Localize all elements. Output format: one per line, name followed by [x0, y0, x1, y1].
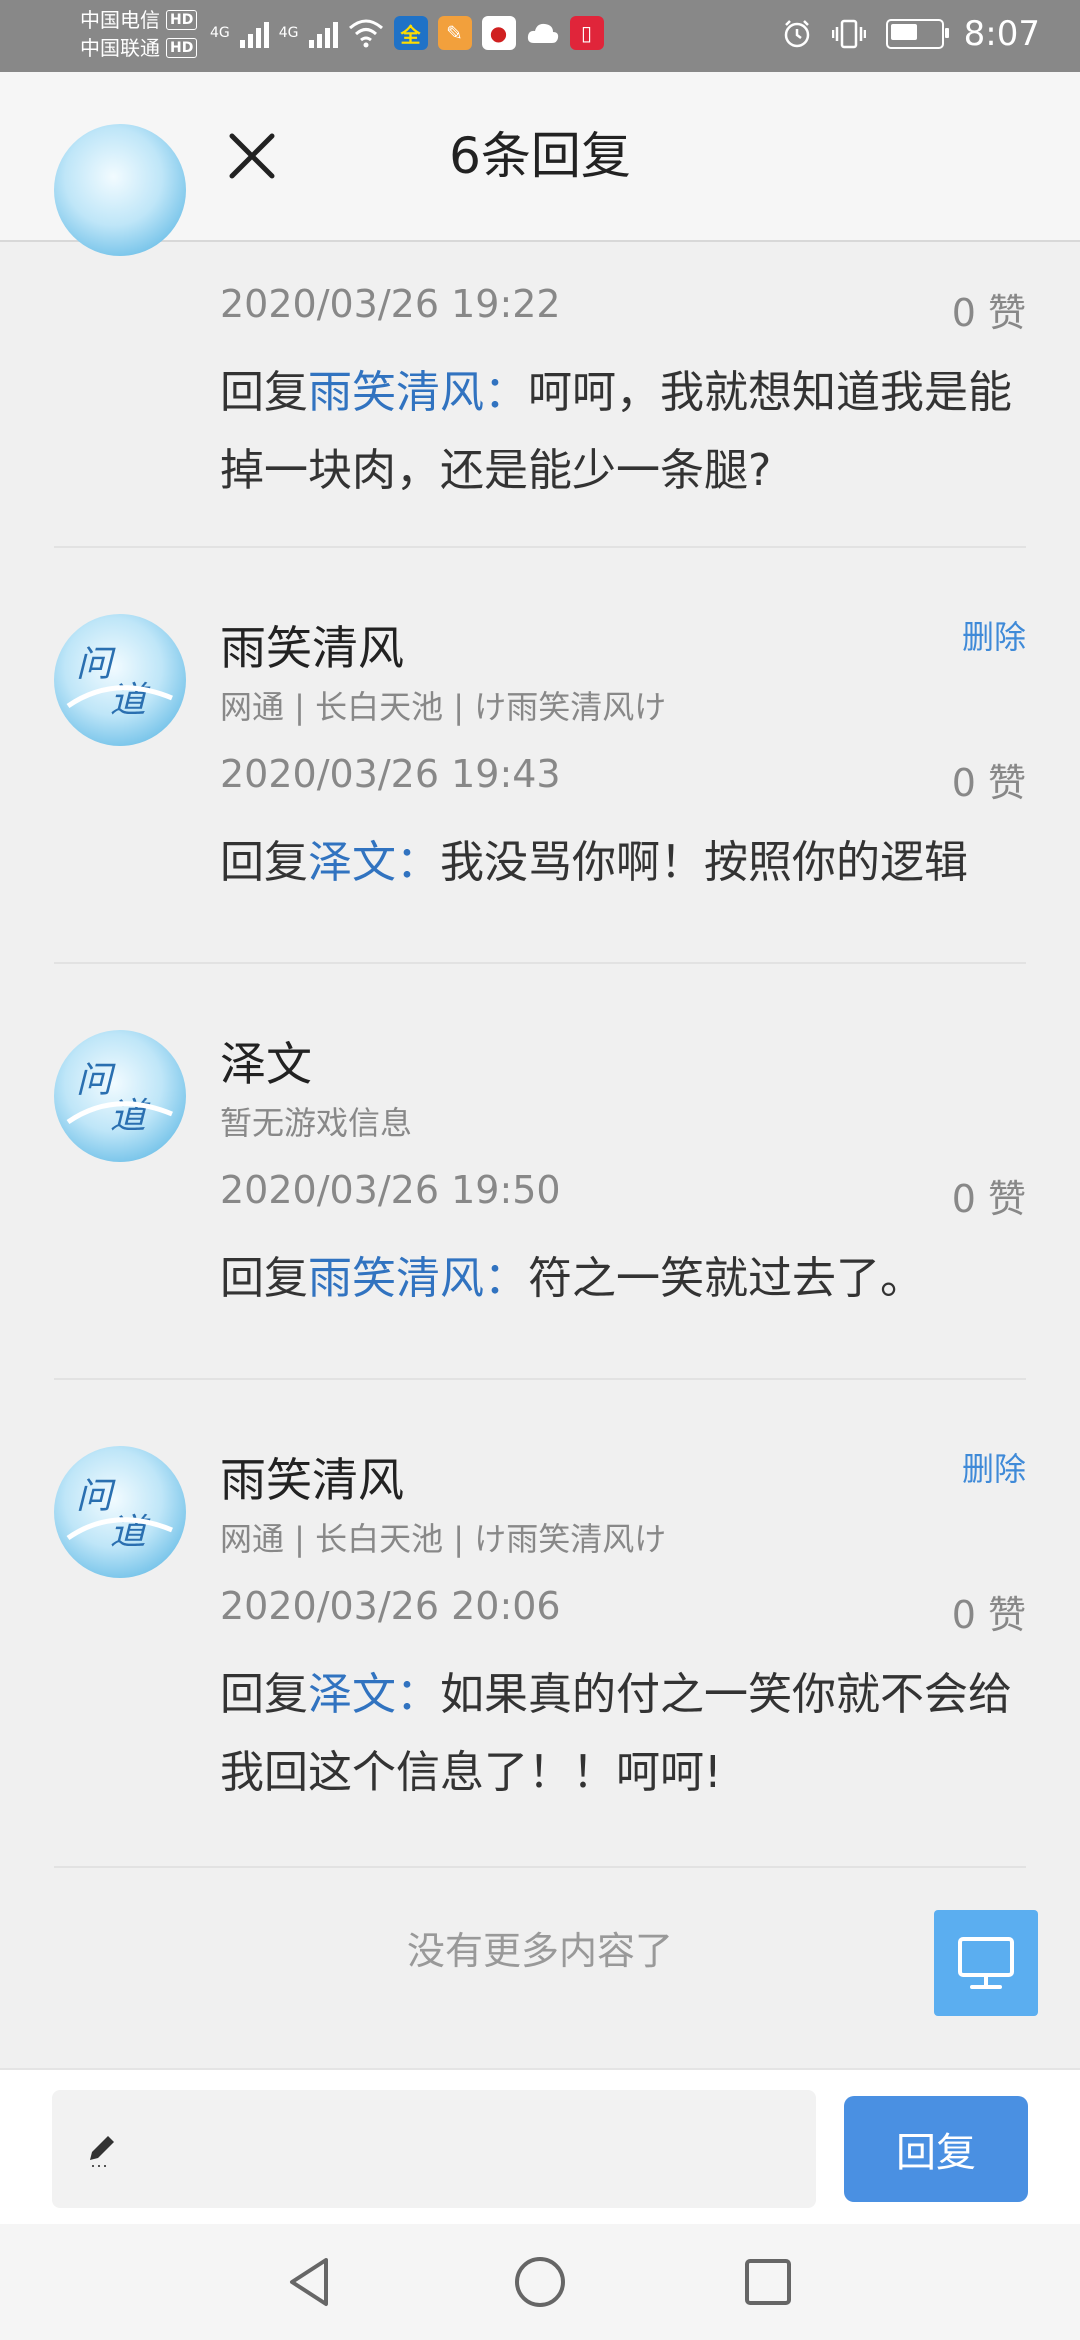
delete-button[interactable]: 删除 [962, 1444, 1026, 1490]
hd-badge: HD [166, 38, 198, 58]
like-button[interactable]: 0 赞 [952, 1584, 1026, 1639]
avatar[interactable]: 问道 [54, 1446, 186, 1578]
avatar[interactable] [54, 124, 186, 256]
reply-input[interactable] [52, 2090, 816, 2208]
like-button[interactable]: 0 赞 [952, 1168, 1026, 1223]
carrier-2: 中国联通 [80, 36, 160, 60]
battery-icon [885, 19, 949, 49]
avatar-logo-icon: 问道 [66, 644, 173, 721]
reply-body: 我没骂你啊！按照你的逻辑 [440, 837, 968, 888]
reply-body: 符之一笑就过去了。 [528, 1253, 924, 1304]
divider [54, 1866, 1026, 1868]
network-type: 4G [278, 25, 299, 41]
username[interactable]: 雨笑清风 [220, 1444, 404, 1510]
circle-home-icon [515, 2257, 565, 2307]
signal-icon [239, 18, 269, 48]
system-nav-bar [0, 2224, 1080, 2340]
signal-icon [308, 18, 338, 48]
game-info: 暂无游戏信息 [220, 1104, 413, 1142]
app-notification-icon: ● [481, 16, 516, 50]
app-notification-icon: ▯ [569, 16, 604, 50]
nav-back-button[interactable] [280, 2252, 340, 2312]
svg-text:问: 问 [76, 1060, 116, 1101]
reply-time: 2020/03/26 19:22 [220, 282, 561, 326]
reply-prefix: 回复 [220, 837, 308, 888]
network-type: 4G [210, 25, 230, 41]
reply-content: 回复雨笑清风：符之一笑就过去了。 [220, 1240, 1020, 1318]
vibrate-icon [831, 19, 866, 49]
square-recents-icon [745, 2259, 791, 2305]
reply-target-user[interactable]: 雨笑清风： [308, 1253, 528, 1304]
wifi-icon [348, 19, 383, 48]
monitor-icon [958, 1937, 1014, 1989]
reply-target-user[interactable]: 泽文： [308, 1669, 440, 1720]
divider [54, 546, 1026, 548]
reply-time: 2020/03/26 19:43 [220, 752, 561, 796]
nav-recents-button[interactable] [738, 2252, 798, 2312]
username[interactable]: 雨笑清风 [220, 612, 404, 678]
avatar-logo-icon: 问道 [66, 1060, 173, 1137]
alarm-icon [784, 20, 809, 48]
pencil-icon [90, 2136, 114, 2167]
app-notification-icon: 全 [393, 16, 428, 50]
reply-time: 2020/03/26 19:50 [220, 1168, 561, 1212]
reply-input-bar: 回复 [0, 2068, 1080, 2226]
reply-prefix: 回复 [220, 1669, 308, 1720]
reply-content: 回复泽文：如果真的付之一笑你就不会给我回这个信息了！！呵呵! [220, 1656, 1020, 1812]
nav-home-button[interactable] [510, 2252, 570, 2312]
desktop-view-button[interactable] [934, 1910, 1038, 2016]
reply-content: 回复泽文：我没骂你啊！按照你的逻辑 [220, 824, 1020, 902]
delete-button[interactable]: 删除 [962, 612, 1026, 658]
divider [54, 1378, 1026, 1380]
reply-time: 2020/03/26 20:06 [220, 1584, 561, 1628]
divider [54, 962, 1026, 964]
game-info: 网通 | 长白天池 | け雨笑清风け [220, 1520, 667, 1558]
avatar-logo-icon: 问道 [66, 1476, 173, 1553]
app-notification-icon: ✎ [437, 16, 472, 50]
status-bar: 中国电信 HD 中国联通 HD 4G 4G 全 ✎ ● ▯ 8:07 [0, 0, 1080, 72]
clock: 8:07 [963, 14, 1040, 54]
triangle-back-icon [290, 2258, 328, 2306]
avatar[interactable]: 问道 [54, 1030, 186, 1162]
username[interactable]: 泽文 [220, 1028, 312, 1094]
reply-submit-button[interactable]: 回复 [844, 2096, 1028, 2202]
svg-text:问: 问 [76, 1476, 116, 1517]
status-icons: 4G 4G 全 ✎ ● ▯ [210, 16, 604, 50]
reply-target-user[interactable]: 雨笑清风： [308, 367, 528, 418]
reply-content: 回复雨笑清风：呵呵，我就想知道我是能掉一块肉，还是能少一条腿? [220, 354, 1020, 510]
like-button[interactable]: 0 赞 [952, 282, 1026, 337]
carrier-1: 中国电信 [80, 8, 160, 32]
avatar[interactable]: 问道 [54, 614, 186, 746]
like-button[interactable]: 0 赞 [952, 752, 1026, 807]
svg-text:问: 问 [76, 644, 116, 685]
hd-badge: HD [166, 10, 198, 30]
reply-prefix: 回复 [220, 367, 308, 418]
reply-prefix: 回复 [220, 1253, 308, 1304]
end-of-list-text: 没有更多内容了 [406, 1929, 673, 1973]
reply-target-user[interactable]: 泽文： [308, 837, 440, 888]
cloud-icon [527, 23, 558, 43]
carrier-info: 中国电信 HD 中国联通 HD [80, 6, 198, 62]
status-right: 8:07 [782, 14, 1040, 54]
game-info: 网通 | 长白天池 | け雨笑清风け [220, 688, 667, 726]
